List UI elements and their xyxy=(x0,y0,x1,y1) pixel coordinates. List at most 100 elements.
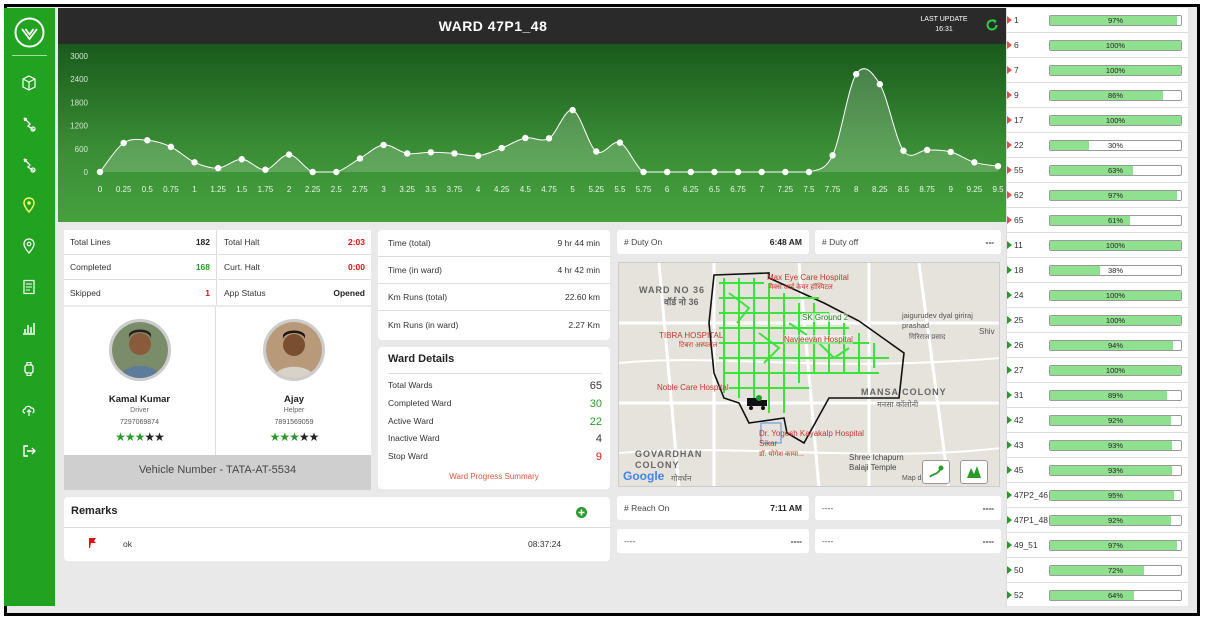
ward-list-item[interactable]: 17 100% xyxy=(1007,108,1188,133)
expand-arrow-icon[interactable] xyxy=(1007,366,1012,374)
truck-route-alt-icon[interactable] xyxy=(16,152,42,178)
ward-list-item[interactable]: 52 64% xyxy=(1007,583,1188,606)
total-wards-label: Total Wards xyxy=(388,380,433,390)
route-map[interactable]: WARD NO 36 वॉर्ड नो 36 Max Eye Care Hosp… xyxy=(618,262,1000,487)
ward-list-item[interactable]: 25 100% xyxy=(1007,308,1188,333)
expand-arrow-icon[interactable] xyxy=(1007,191,1012,199)
remark-flag-icon xyxy=(88,537,98,551)
map-view-icon[interactable] xyxy=(960,460,988,484)
document-icon[interactable] xyxy=(16,274,42,300)
ward-progress-bar: 64% xyxy=(1049,590,1182,601)
expand-arrow-icon[interactable] xyxy=(1007,116,1012,124)
expand-arrow-icon[interactable] xyxy=(1007,341,1012,349)
expand-arrow-icon[interactable] xyxy=(1007,41,1012,49)
expand-arrow-icon[interactable] xyxy=(1007,141,1012,149)
map-label-noble: Noble Care Hospital xyxy=(657,383,729,392)
refresh-icon[interactable] xyxy=(985,18,999,34)
chart-point xyxy=(616,139,624,146)
ward-list-item[interactable]: 49_51 97% xyxy=(1007,533,1188,558)
expand-arrow-icon[interactable] xyxy=(1007,516,1012,524)
app-status-label: App Status xyxy=(224,287,266,298)
app-logo-icon[interactable] xyxy=(13,16,46,49)
cloud-upload-icon[interactable] xyxy=(16,397,42,423)
expand-arrow-icon[interactable] xyxy=(1007,391,1012,399)
x-tick-label: 4 xyxy=(476,185,481,194)
ward-list-item[interactable]: 50 72% xyxy=(1007,558,1188,583)
ward-progress-label: 92% xyxy=(1107,416,1123,425)
chart-point xyxy=(451,150,458,157)
box-icon[interactable] xyxy=(16,70,42,96)
ward-progress-label: 72% xyxy=(1107,566,1123,575)
ward-progress-bar: 61% xyxy=(1049,215,1182,226)
ward-list-item[interactable]: 42 92% xyxy=(1007,408,1188,433)
chart-point xyxy=(380,141,387,149)
expand-arrow-icon[interactable] xyxy=(1007,16,1012,24)
ward-progress-label: 86% xyxy=(1107,91,1123,100)
ward-progress-bar: 95% xyxy=(1049,490,1182,501)
ward-list-item[interactable]: 47P1_48 92% xyxy=(1007,508,1188,533)
x-tick-label: 6.25 xyxy=(683,185,699,194)
x-tick-label: 9.25 xyxy=(967,185,983,194)
expand-arrow-icon[interactable] xyxy=(1007,491,1012,499)
ward-progress-bar: 100% xyxy=(1049,240,1182,251)
helper-phone: 7891569059 xyxy=(274,419,314,426)
driver-role: Driver xyxy=(130,407,149,414)
expand-arrow-icon[interactable] xyxy=(1007,316,1012,324)
ward-list-item[interactable]: 43 93% xyxy=(1007,433,1188,458)
star-filled-icon: ★ xyxy=(289,430,300,444)
expand-arrow-icon[interactable] xyxy=(1007,66,1012,74)
chart-point xyxy=(191,159,198,166)
ward-list-item[interactable]: 47P2_46 95% xyxy=(1007,483,1188,508)
truck-route-icon[interactable] xyxy=(16,111,42,137)
expand-arrow-icon[interactable] xyxy=(1007,166,1012,174)
logout-icon[interactable] xyxy=(16,438,42,464)
add-remark-icon[interactable] xyxy=(576,507,587,520)
expand-arrow-icon[interactable] xyxy=(1007,241,1012,249)
completed-label: Completed xyxy=(70,262,112,272)
ward-progress-label: 100% xyxy=(1105,316,1126,325)
ward-list-item[interactable]: 7 100% xyxy=(1007,58,1188,83)
expand-arrow-icon[interactable] xyxy=(1007,466,1012,474)
ward-progress-summary-link[interactable]: Ward Progress Summary xyxy=(378,472,610,481)
watch-icon[interactable] xyxy=(16,356,42,382)
expand-arrow-icon[interactable] xyxy=(1007,441,1012,449)
expand-arrow-icon[interactable] xyxy=(1007,541,1012,549)
y-tick-label: 1800 xyxy=(70,98,88,107)
chart-point xyxy=(663,168,671,176)
location-pin-active-icon[interactable] xyxy=(16,192,42,218)
expand-arrow-icon[interactable] xyxy=(1007,591,1012,599)
expand-arrow-icon[interactable] xyxy=(1007,566,1012,574)
ward-list-item[interactable]: 55 63% xyxy=(1007,158,1188,183)
x-tick-label: 0.25 xyxy=(116,185,132,194)
completed-value: 168 xyxy=(195,262,210,272)
ward-list-item[interactable]: 24 100% xyxy=(1007,283,1188,308)
ward-list-item[interactable]: 31 89% xyxy=(1007,383,1188,408)
route-toggle-icon[interactable] xyxy=(922,460,950,484)
ward-list-item[interactable]: 27 100% xyxy=(1007,358,1188,383)
expand-arrow-icon[interactable] xyxy=(1007,216,1012,224)
ward-list-item[interactable]: 18 38% xyxy=(1007,258,1188,283)
chart-point xyxy=(876,81,884,88)
helper-name: Ajay xyxy=(283,394,305,405)
expand-arrow-icon[interactable] xyxy=(1007,91,1012,99)
ward-list-item[interactable]: 65 61% xyxy=(1007,208,1188,233)
location-pin-icon[interactable] xyxy=(16,233,42,259)
expand-arrow-icon[interactable] xyxy=(1007,266,1012,274)
ward-list-item[interactable]: 11 100% xyxy=(1007,233,1188,258)
ward-list-item[interactable]: 1 97% xyxy=(1007,8,1188,33)
driver-profile: Kamal Kumar Driver 7297069874 ★★★★★ xyxy=(64,307,216,457)
ward-progress-bar: 94% xyxy=(1049,340,1182,351)
ward-list-item[interactable]: 6 100% xyxy=(1007,33,1188,58)
chart-point xyxy=(309,168,316,176)
ward-list-item[interactable]: 26 94% xyxy=(1007,333,1188,358)
ward-list-item[interactable]: 62 97% xyxy=(1007,183,1188,208)
ward-list-item[interactable]: 22 30% xyxy=(1007,133,1188,158)
expand-arrow-icon[interactable] xyxy=(1007,416,1012,424)
chart-point xyxy=(782,168,789,176)
stats-table: Total Lines 182 Total Halt 2:03 Completed 1… xyxy=(64,230,371,305)
ward-list-item[interactable]: 9 86% xyxy=(1007,83,1188,108)
ward-list-id: 31 xyxy=(1014,390,1024,400)
expand-arrow-icon[interactable] xyxy=(1007,291,1012,299)
bar-chart-icon[interactable] xyxy=(16,315,42,341)
ward-list-item[interactable]: 45 93% xyxy=(1007,458,1188,483)
